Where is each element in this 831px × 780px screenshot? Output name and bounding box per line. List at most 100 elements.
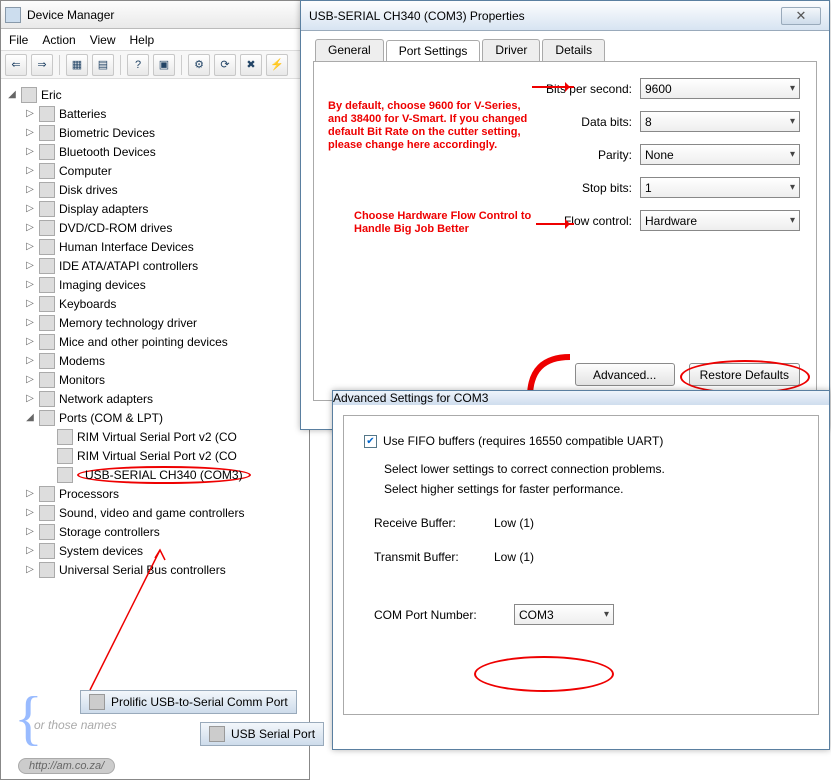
tree-item[interactable]: ▷Display adapters: [21, 199, 307, 218]
expand-icon[interactable]: ▷: [25, 374, 35, 385]
flow-select[interactable]: Hardware: [640, 210, 800, 231]
tree-item[interactable]: ▷Network adapters: [21, 389, 307, 408]
expand-icon[interactable]: ▷: [25, 336, 35, 347]
menu-file[interactable]: File: [9, 33, 28, 47]
expand-icon[interactable]: ▷: [25, 203, 35, 214]
adv-help-text: Select lower settings to correct connect…: [384, 462, 798, 476]
bps-select[interactable]: 9600: [640, 78, 800, 99]
device-icon: [39, 372, 55, 388]
tb-btn[interactable]: ✖: [240, 54, 262, 76]
annotation-arrow: [532, 86, 574, 88]
tree-item[interactable]: ▷Sound, video and game controllers: [21, 503, 307, 522]
device-icon: [57, 429, 73, 445]
tree-item[interactable]: ▷Universal Serial Bus controllers: [21, 560, 307, 579]
tree-item[interactable]: ▷Bluetooth Devices: [21, 142, 307, 161]
advanced-button[interactable]: Advanced...: [575, 363, 675, 386]
restore-defaults-button[interactable]: Restore Defaults: [689, 363, 800, 386]
expand-icon[interactable]: ▷: [25, 564, 35, 575]
tree-item[interactable]: ▷Human Interface Devices: [21, 237, 307, 256]
expand-icon[interactable]: ▷: [25, 488, 35, 499]
collapse-icon[interactable]: ◢: [25, 412, 35, 423]
annotation-arrow: [536, 223, 574, 225]
databits-label: Data bits:: [581, 115, 632, 129]
tree-item[interactable]: USB-SERIAL CH340 (COM3): [39, 465, 307, 484]
tree-item[interactable]: ▷Memory technology driver: [21, 313, 307, 332]
tree-item[interactable]: RIM Virtual Serial Port v2 (CO: [39, 427, 307, 446]
menu-view[interactable]: View: [90, 33, 116, 47]
tb-btn[interactable]: ⚙: [188, 54, 210, 76]
tree-item[interactable]: ▷Mice and other pointing devices: [21, 332, 307, 351]
tree-item[interactable]: ▷IDE ATA/ATAPI controllers: [21, 256, 307, 275]
device-icon: [39, 201, 55, 217]
tab-panel: Bits per second:9600 Data bits:8 Parity:…: [313, 61, 817, 401]
fwd-button[interactable]: ⇒: [31, 54, 53, 76]
expand-icon[interactable]: ▷: [25, 507, 35, 518]
tree-item[interactable]: ▷Keyboards: [21, 294, 307, 313]
tree-item[interactable]: ▷Batteries: [21, 104, 307, 123]
tab-port-settings[interactable]: Port Settings: [386, 40, 481, 62]
expand-icon[interactable]: ▷: [25, 279, 35, 290]
device-icon: [39, 125, 55, 141]
back-button[interactable]: ⇐: [5, 54, 27, 76]
parity-select[interactable]: None: [640, 144, 800, 165]
tree-item[interactable]: ▷Disk drives: [21, 180, 307, 199]
alt-device-name: USB Serial Port: [200, 722, 324, 746]
expand-icon[interactable]: ▷: [25, 222, 35, 233]
close-button[interactable]: ✕: [781, 7, 821, 25]
expand-icon[interactable]: ▷: [25, 184, 35, 195]
menu-help[interactable]: Help: [130, 33, 155, 47]
tree-item[interactable]: ▷Computer: [21, 161, 307, 180]
menu-action[interactable]: Action: [42, 33, 75, 47]
ports-node[interactable]: Ports (COM & LPT): [59, 411, 163, 425]
device-icon: [39, 239, 55, 255]
databits-select[interactable]: 8: [640, 111, 800, 132]
tree-item[interactable]: ▷System devices: [21, 541, 307, 560]
stopbits-select[interactable]: 1: [640, 177, 800, 198]
stopbits-label: Stop bits:: [582, 181, 632, 195]
advanced-settings-dialog: Advanced Settings for COM3 ✔ Use FIFO bu…: [332, 390, 830, 750]
expand-icon[interactable]: ▷: [25, 317, 35, 328]
tree-item[interactable]: ▷DVD/CD-ROM drives: [21, 218, 307, 237]
expand-icon[interactable]: ▷: [25, 127, 35, 138]
device-icon: [39, 486, 55, 502]
tab-general[interactable]: General: [315, 39, 384, 61]
expand-icon[interactable]: ▷: [25, 260, 35, 271]
tb-btn[interactable]: ▦: [66, 54, 88, 76]
tree-item[interactable]: ▷Processors: [21, 484, 307, 503]
tab-driver[interactable]: Driver: [482, 39, 540, 61]
tb-btn[interactable]: ▤: [92, 54, 114, 76]
device-icon: [39, 163, 55, 179]
expand-icon[interactable]: ▷: [25, 108, 35, 119]
collapse-icon[interactable]: ◢: [7, 89, 17, 100]
tb-btn[interactable]: ⟳: [214, 54, 236, 76]
device-tree[interactable]: ◢ Eric ▷Batteries▷Biometric Devices▷Bluet…: [1, 79, 309, 585]
expand-icon[interactable]: ▷: [25, 393, 35, 404]
device-icon: [39, 182, 55, 198]
toolbar: ⇐ ⇒ ▦ ▤ ? ▣ ⚙ ⟳ ✖ ⚡: [1, 51, 309, 79]
tree-item[interactable]: ▷Biometric Devices: [21, 123, 307, 142]
tree-item[interactable]: ▷Storage controllers: [21, 522, 307, 541]
tb-btn[interactable]: ?: [127, 54, 149, 76]
fifo-checkbox[interactable]: ✔: [364, 435, 377, 448]
adv-panel: ✔ Use FIFO buffers (requires 16550 compa…: [343, 415, 819, 715]
tb-btn[interactable]: ⚡: [266, 54, 288, 76]
tab-details[interactable]: Details: [542, 39, 605, 61]
expand-icon[interactable]: ▷: [25, 355, 35, 366]
tree-item[interactable]: ▷Monitors: [21, 370, 307, 389]
expand-icon[interactable]: ▷: [25, 146, 35, 157]
tb-btn[interactable]: ▣: [153, 54, 175, 76]
device-icon: [39, 277, 55, 293]
props-title: USB-SERIAL CH340 (COM3) Properties: [309, 9, 525, 23]
tree-item[interactable]: ▷Imaging devices: [21, 275, 307, 294]
expand-icon[interactable]: ▷: [25, 298, 35, 309]
comport-select[interactable]: COM3: [514, 604, 614, 625]
tree-item[interactable]: ▷Modems: [21, 351, 307, 370]
expand-icon[interactable]: ▷: [25, 241, 35, 252]
root-node[interactable]: Eric: [41, 88, 62, 102]
expand-icon[interactable]: ▷: [25, 526, 35, 537]
expand-icon[interactable]: ▷: [25, 165, 35, 176]
menubar: File Action View Help: [1, 29, 309, 51]
window-title: Device Manager: [27, 8, 114, 22]
expand-icon[interactable]: ▷: [25, 545, 35, 556]
tree-item[interactable]: RIM Virtual Serial Port v2 (CO: [39, 446, 307, 465]
